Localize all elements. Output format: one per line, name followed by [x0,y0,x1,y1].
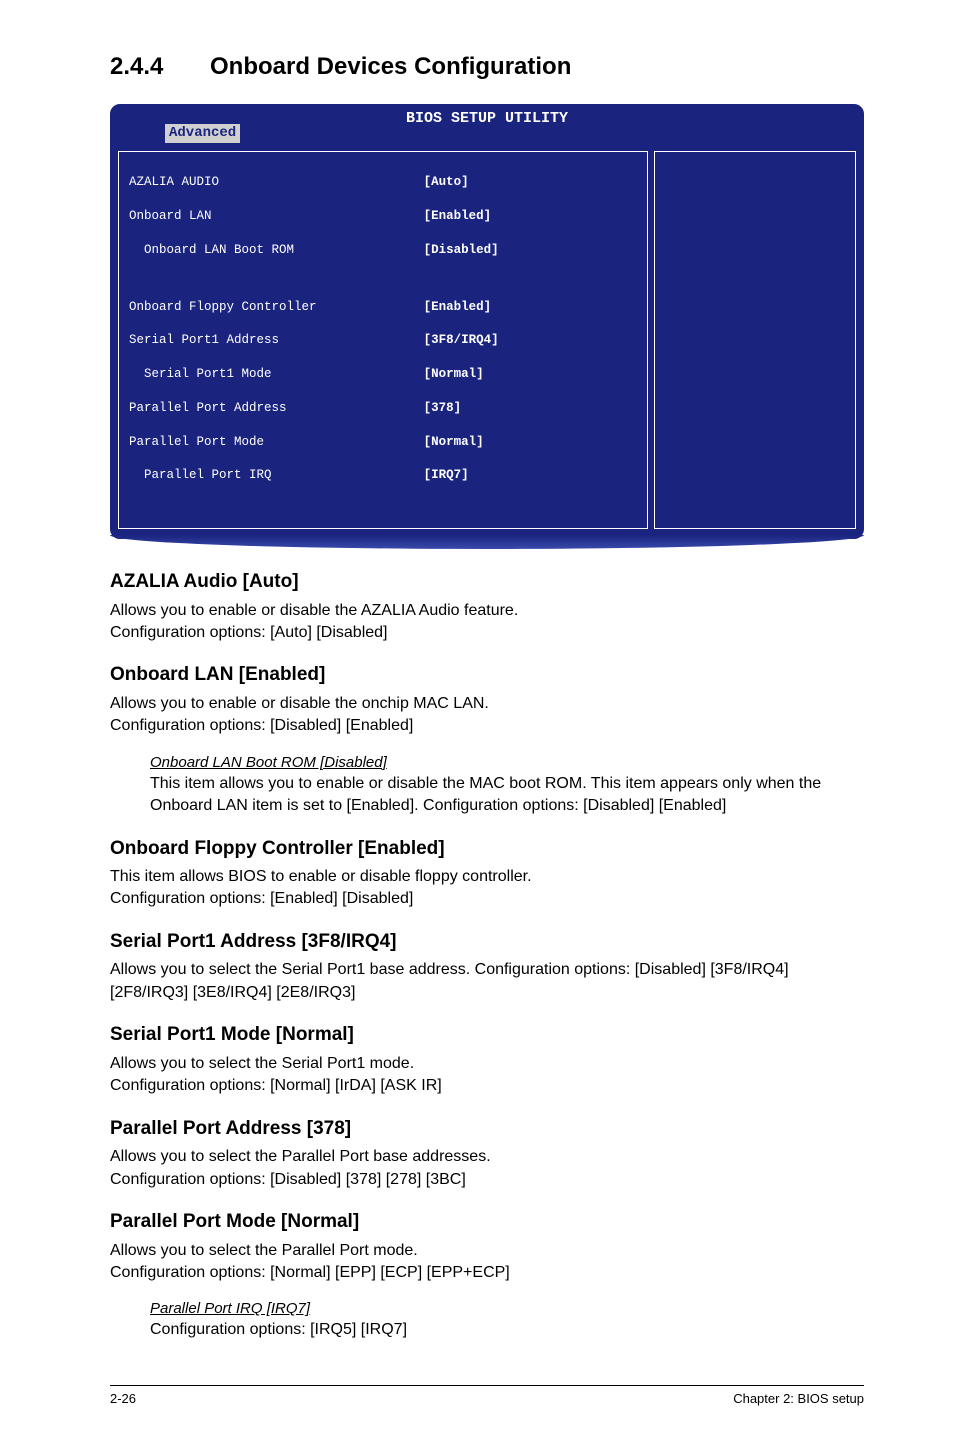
page-footer: 2-26 Chapter 2: BIOS setup [110,1385,864,1408]
bios-help-panel [654,151,856,529]
bios-row-label: Parallel Port IRQ [129,467,424,484]
heading-parallel-addr: Parallel Port Address [378] [110,1116,864,1143]
heading-parallel-mode: Parallel Port Mode [Normal] [110,1209,864,1236]
para: This item allows BIOS to enable or disab… [110,866,864,911]
para: Allows you to select the Serial Port1 mo… [110,1053,864,1098]
bios-tab-advanced: Advanced [165,124,240,144]
page-number: 2-26 [110,1390,136,1408]
bios-row-label: AZALIA AUDIO [129,174,424,191]
bios-screenshot: BIOS SETUP UTILITY Advanced AZALIA AUDIO… [110,104,864,549]
para: Allows you to select the Parallel Port m… [110,1240,864,1285]
bios-row-value: [3F8/IRQ4] [424,332,637,349]
subitem-body: Configuration options: [IRQ5] [IRQ7] [150,1319,844,1341]
bios-row-value: [Disabled] [424,242,637,259]
bios-row-label: Serial Port1 Address [129,332,424,349]
heading-serial-addr: Serial Port1 Address [3F8/IRQ4] [110,929,864,956]
section-number: 2.4.4 [110,50,210,84]
bios-row-value: [Normal] [424,434,637,451]
bios-row-label: Serial Port1 Mode [129,366,424,383]
heading-floppy: Onboard Floppy Controller [Enabled] [110,836,864,863]
bios-row-label: Parallel Port Address [129,400,424,417]
subitem-parallel-irq: Parallel Port IRQ [IRQ7] Configuration o… [150,1298,844,1341]
bios-row-label: Onboard LAN [129,208,424,225]
para: Allows you to enable or disable the AZAL… [110,600,864,645]
subitem-lan-boot-rom: Onboard LAN Boot ROM [Disabled] This ite… [150,752,844,818]
bios-row-label: Onboard Floppy Controller [129,299,424,316]
heading-azalia: AZALIA Audio [Auto] [110,569,864,596]
heading-onboard-lan: Onboard LAN [Enabled] [110,662,864,689]
para: Allows you to select the Parallel Port b… [110,1146,864,1191]
bios-row-value: [IRQ7] [424,467,637,484]
bios-row-value: [Enabled] [424,299,637,316]
para: Allows you to select the Serial Port1 ba… [110,959,864,1004]
para: Allows you to enable or disable the onch… [110,693,864,738]
bios-bottom-shadow [110,535,864,549]
subitem-title: Parallel Port IRQ [IRQ7] [150,1298,844,1319]
bios-row-value: [Auto] [424,174,637,191]
bios-row-value: [Normal] [424,366,637,383]
subitem-title: Onboard LAN Boot ROM [Disabled] [150,752,844,773]
bios-settings-panel: AZALIA AUDIO[Auto] Onboard LAN[Enabled] … [118,151,648,529]
section-heading: 2.4.4Onboard Devices Configuration [110,50,864,84]
bios-row-value: [378] [424,400,637,417]
section-title: Onboard Devices Configuration [210,53,571,80]
chapter-label: Chapter 2: BIOS setup [733,1390,864,1408]
bios-row-value: [Enabled] [424,208,637,225]
heading-serial-mode: Serial Port1 Mode [Normal] [110,1022,864,1049]
subitem-body: This item allows you to enable or disabl… [150,773,844,818]
bios-row-label: Parallel Port Mode [129,434,424,451]
bios-row-label: Onboard LAN Boot ROM [129,242,424,259]
